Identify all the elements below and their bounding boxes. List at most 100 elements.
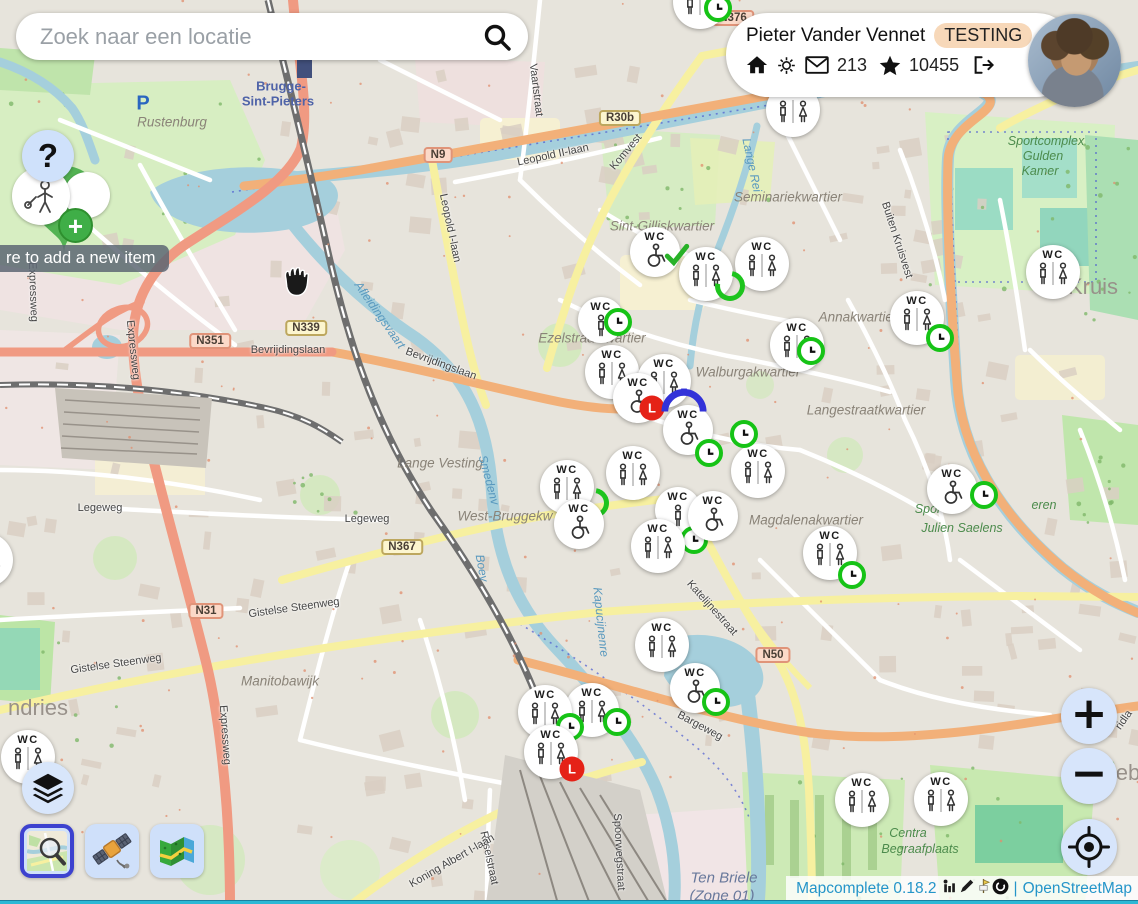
toilet-marker[interactable]: WC bbox=[731, 444, 785, 498]
marker-wc-label: WC bbox=[540, 730, 561, 741]
toilet-marker[interactable]: WC bbox=[679, 247, 733, 301]
satellite-icon bbox=[91, 830, 133, 872]
user-panel[interactable]: Pieter Vander Vennet TESTING 213 bbox=[726, 13, 1078, 97]
attribution-app-version[interactable]: Mapcomplete 0.18.2 bbox=[796, 880, 936, 898]
license-icon[interactable] bbox=[992, 878, 1009, 900]
message-count: 213 bbox=[837, 55, 867, 76]
background-style-bar bbox=[20, 824, 204, 878]
background-map-button[interactable] bbox=[150, 824, 204, 878]
toilet-marker[interactable]: WC bbox=[578, 297, 624, 343]
open-clock-badge bbox=[838, 561, 866, 589]
marker-wc-label: WC bbox=[702, 496, 723, 507]
toilet-figures-icon bbox=[922, 788, 960, 818]
messages-envelope-icon[interactable] bbox=[805, 56, 829, 74]
toilet-figures-icon bbox=[643, 634, 681, 664]
toilet-marker[interactable]: WC bbox=[914, 772, 968, 826]
zoom-out-button[interactable]: − bbox=[1061, 748, 1117, 804]
search-icon[interactable] bbox=[482, 22, 512, 52]
wheelchair-icon bbox=[937, 480, 967, 511]
toilet-figures-icon bbox=[639, 535, 677, 565]
zoom-in-button[interactable]: + bbox=[1061, 688, 1117, 744]
mini-marker-icon[interactable] bbox=[976, 878, 991, 899]
help-button[interactable]: ? bbox=[22, 130, 74, 182]
marker-wc-label: WC bbox=[667, 492, 688, 503]
avatar[interactable] bbox=[1028, 14, 1121, 107]
open-clock-badge bbox=[695, 439, 723, 467]
marker-wc-label: WC bbox=[17, 735, 38, 746]
open-clock-badge bbox=[702, 688, 730, 716]
toilet-marker[interactable]: WC bbox=[606, 446, 660, 500]
add-item-tooltip: re to add a new item bbox=[0, 245, 169, 272]
background-satellite-button[interactable] bbox=[85, 824, 139, 878]
toilet-marker[interactable]: WC bbox=[1026, 245, 1080, 299]
marker-wc-label: WC bbox=[647, 524, 668, 535]
add-new-item-button[interactable]: + bbox=[58, 208, 93, 243]
toilet-marker[interactable]: WC bbox=[554, 499, 604, 549]
bottom-edge-strip bbox=[0, 900, 1138, 904]
toilet-marker[interactable]: WC bbox=[803, 526, 857, 580]
toilet-marker[interactable]: WC bbox=[688, 491, 738, 541]
osm-carto-icon bbox=[27, 831, 67, 871]
marker-wc-label: WC bbox=[644, 232, 665, 243]
marker-wc-label: WC bbox=[695, 252, 716, 263]
star-icon[interactable] bbox=[879, 55, 901, 76]
marker-wc-label: WC bbox=[684, 668, 705, 679]
layers-icon bbox=[29, 769, 67, 807]
edit-pencil-icon[interactable] bbox=[959, 878, 975, 899]
marker-wc-label: WC bbox=[930, 777, 951, 788]
wheelchair-icon bbox=[564, 515, 594, 546]
marker-wc-label: WC bbox=[819, 531, 840, 542]
osm-attribution-link[interactable]: OpenStreetMap bbox=[1023, 880, 1132, 898]
toilet-marker[interactable]: WC bbox=[927, 464, 977, 514]
open-clock-badge bbox=[926, 324, 954, 352]
layers-button[interactable] bbox=[22, 762, 74, 814]
toilet-marker[interactable]: WC bbox=[890, 291, 944, 345]
logout-icon[interactable] bbox=[971, 54, 994, 76]
toilet-marker[interactable]: WC L bbox=[524, 725, 578, 779]
toilet-figures-icon bbox=[0, 549, 5, 579]
toilet-marker[interactable]: WC bbox=[635, 618, 689, 672]
toilet-figures-icon bbox=[739, 460, 777, 490]
statistics-icon[interactable] bbox=[942, 878, 958, 899]
marker-wc-label: WC bbox=[786, 323, 807, 334]
open-clock-badge bbox=[970, 481, 998, 509]
toilet-figures-icon bbox=[1034, 261, 1072, 291]
geolocate-button[interactable] bbox=[1061, 819, 1117, 875]
marker-wc-label: WC bbox=[747, 449, 768, 460]
toilet-marker[interactable]: WC bbox=[673, 0, 727, 29]
toilet-marker[interactable]: WC bbox=[835, 773, 889, 827]
marker-wc-label: WC bbox=[751, 242, 772, 253]
marker-wc-label: WC bbox=[622, 451, 643, 462]
marker-wc-label: WC bbox=[627, 378, 648, 389]
toilet-marker[interactable]: WC bbox=[770, 318, 824, 372]
search-bar[interactable] bbox=[16, 13, 528, 60]
changeset-count: 10455 bbox=[909, 55, 959, 76]
toilet-figures-icon bbox=[743, 253, 781, 283]
toilet-marker[interactable]: WC bbox=[630, 227, 680, 277]
attribution-bar: Mapcomplete 0.18.2 | OpenStreetMap bbox=[786, 876, 1138, 901]
open-clock-badge bbox=[704, 0, 732, 22]
toilet-figures-icon bbox=[843, 789, 881, 819]
marker-wc-label: WC bbox=[941, 469, 962, 480]
marker-wc-label: WC bbox=[556, 465, 577, 476]
user-name: Pieter Vander Vennet bbox=[746, 25, 925, 47]
attribution-icons bbox=[942, 878, 1009, 900]
selected-arc-badge bbox=[661, 388, 707, 414]
marker-wc-label: WC bbox=[906, 296, 927, 307]
background-osm-button[interactable] bbox=[20, 824, 74, 878]
folded-map-icon bbox=[156, 830, 198, 872]
settings-gear-icon[interactable] bbox=[776, 55, 797, 76]
toilet-marker[interactable]: WC bbox=[0, 533, 13, 587]
map-view[interactable]: Brugge-Sint-PietersPRustenburgVaartstraa… bbox=[0, 0, 1138, 904]
search-input[interactable] bbox=[38, 23, 482, 51]
marker-wc-label: WC bbox=[601, 350, 622, 361]
closed-clock-badge: L bbox=[560, 757, 585, 782]
attribution-divider: | bbox=[1014, 880, 1018, 898]
toilet-marker[interactable]: WC bbox=[631, 519, 685, 573]
wheelchair-icon bbox=[698, 507, 728, 538]
marker-wc-label: WC bbox=[581, 688, 602, 699]
open-clock-badge bbox=[797, 337, 825, 365]
home-icon[interactable] bbox=[746, 54, 768, 76]
toilet-marker[interactable]: WC bbox=[670, 663, 720, 713]
open-clock-badge bbox=[603, 708, 631, 736]
